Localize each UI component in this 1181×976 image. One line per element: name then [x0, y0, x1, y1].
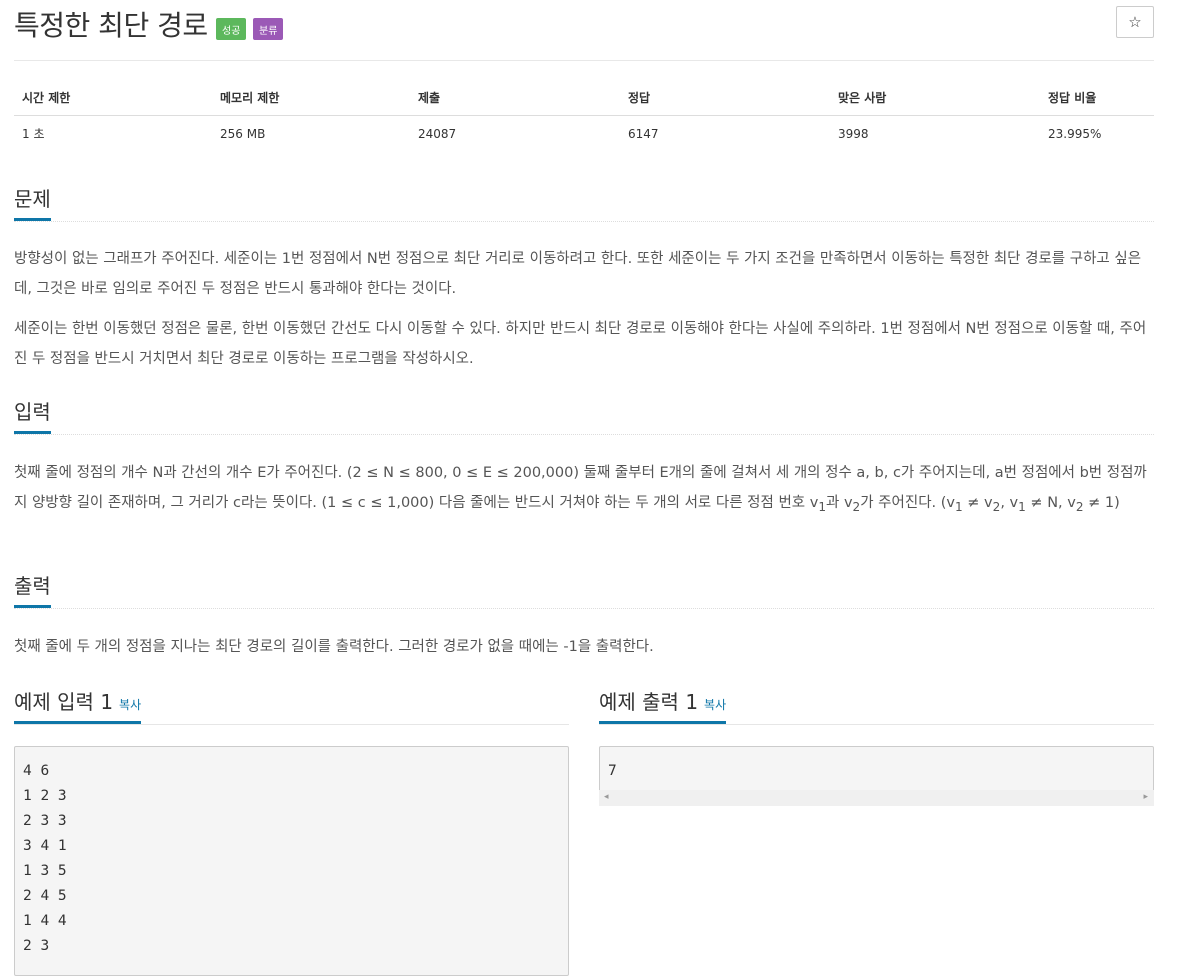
value-submissions[interactable]: 24087	[410, 116, 620, 152]
output-heading: 출력	[14, 570, 1154, 609]
sample-input-box[interactable]: 4 6 1 2 3 2 3 3 3 4 1 1 3 5 2 4 5 1 4 4 …	[14, 746, 569, 976]
value-time-limit: 1 초	[22, 127, 45, 141]
scroll-left-arrow-icon[interactable]: ◂	[604, 792, 609, 802]
sample-input-heading: 예제 입력 1 복사	[14, 686, 569, 725]
problem-info-table: 시간 제한 메모리 제한 제출 정답 맞은 사람 정답 비율 1 초 256 M…	[14, 80, 1154, 151]
header-solved-users: 맞은 사람	[830, 80, 1040, 116]
input-heading-text: 입력	[14, 396, 51, 434]
category-badge[interactable]: 분류	[253, 18, 284, 40]
sample-output-heading: 예제 출력 1 복사	[599, 686, 1154, 725]
page-title: 특정한 최단 경로	[14, 9, 208, 42]
sub-5: 1	[1018, 499, 1026, 514]
value-accepted: 6147	[628, 126, 659, 141]
sub-3: 1	[955, 499, 963, 514]
output-paragraph: 첫째 줄에 두 개의 정점을 지나는 최단 경로의 길이를 출력한다. 그러한 …	[14, 639, 654, 655]
header-memory-limit: 메모리 제한	[212, 80, 410, 116]
description-paragraph-1: 방향성이 없는 그래프가 주어진다. 세준이는 1번 정점에서 N번 정점으로 …	[14, 251, 1142, 297]
sample-input-title: 예제 입력 1	[14, 690, 114, 714]
sample-output-title: 예제 출력 1	[599, 690, 699, 714]
input-text-4: ≠ v	[962, 495, 993, 511]
sub-1: 1	[818, 499, 827, 514]
input-text-5: , v	[1000, 495, 1019, 511]
value-memory-limit: 256 MB	[220, 126, 266, 141]
header-time-limit: 시간 제한	[14, 80, 212, 116]
input-text-3: 가 주어진다. (v	[860, 495, 955, 511]
output-heading-text: 출력	[14, 570, 51, 608]
sample-output-container: 7 ◂ ▸	[599, 746, 1154, 806]
scroll-right-arrow-icon[interactable]: ▸	[1143, 792, 1148, 802]
value-accept-ratio: 23.995%	[1048, 126, 1102, 141]
input-text-6: ≠ N, v	[1025, 495, 1076, 511]
input-paragraph: 첫째 줄에 정점의 개수 N과 간선의 개수 E가 주어진다. (2 ≤ N ≤…	[14, 458, 1154, 522]
problem-page: 특정한 최단 경로 성공 분류 ☆ 시간 제한 메모리 제한 제출 정답 맞은 …	[14, 0, 1154, 976]
description-heading-text: 문제	[14, 183, 51, 221]
header-accepted: 정답	[620, 80, 830, 116]
info-value-row: 1 초 256 MB 24087 6147 3998 23.995%	[14, 116, 1154, 152]
star-icon: ☆	[1128, 13, 1142, 31]
info-header-row: 시간 제한 메모리 제한 제출 정답 맞은 사람 정답 비율	[14, 80, 1154, 116]
copy-input-link[interactable]: 복사	[119, 698, 141, 712]
input-text-7: ≠ 1)	[1083, 495, 1120, 511]
header-submissions: 제출	[410, 80, 620, 116]
input-text-2: 과 v	[826, 495, 853, 511]
input-heading: 입력	[14, 396, 1154, 435]
header-accept-ratio: 정답 비율	[1040, 80, 1154, 116]
status-badge-success[interactable]: 성공	[216, 18, 247, 40]
copy-output-link[interactable]: 복사	[704, 698, 726, 712]
star-button[interactable]: ☆	[1116, 6, 1154, 38]
horizontal-scrollbar[interactable]: ◂ ▸	[599, 790, 1154, 806]
description-paragraph-2: 세준이는 한번 이동했던 정점은 물론, 한번 이동했던 간선도 다시 이동할 …	[14, 321, 1147, 367]
sample-input-heading-text: 예제 입력 1 복사	[14, 686, 142, 724]
description-heading: 문제	[14, 183, 1154, 222]
title-row: 특정한 최단 경로 성공 분류 ☆	[14, 0, 1154, 61]
sample-output-heading-text: 예제 출력 1 복사	[599, 686, 727, 724]
sub-6: 2	[1075, 499, 1084, 514]
value-solved-users[interactable]: 3998	[830, 116, 1040, 152]
